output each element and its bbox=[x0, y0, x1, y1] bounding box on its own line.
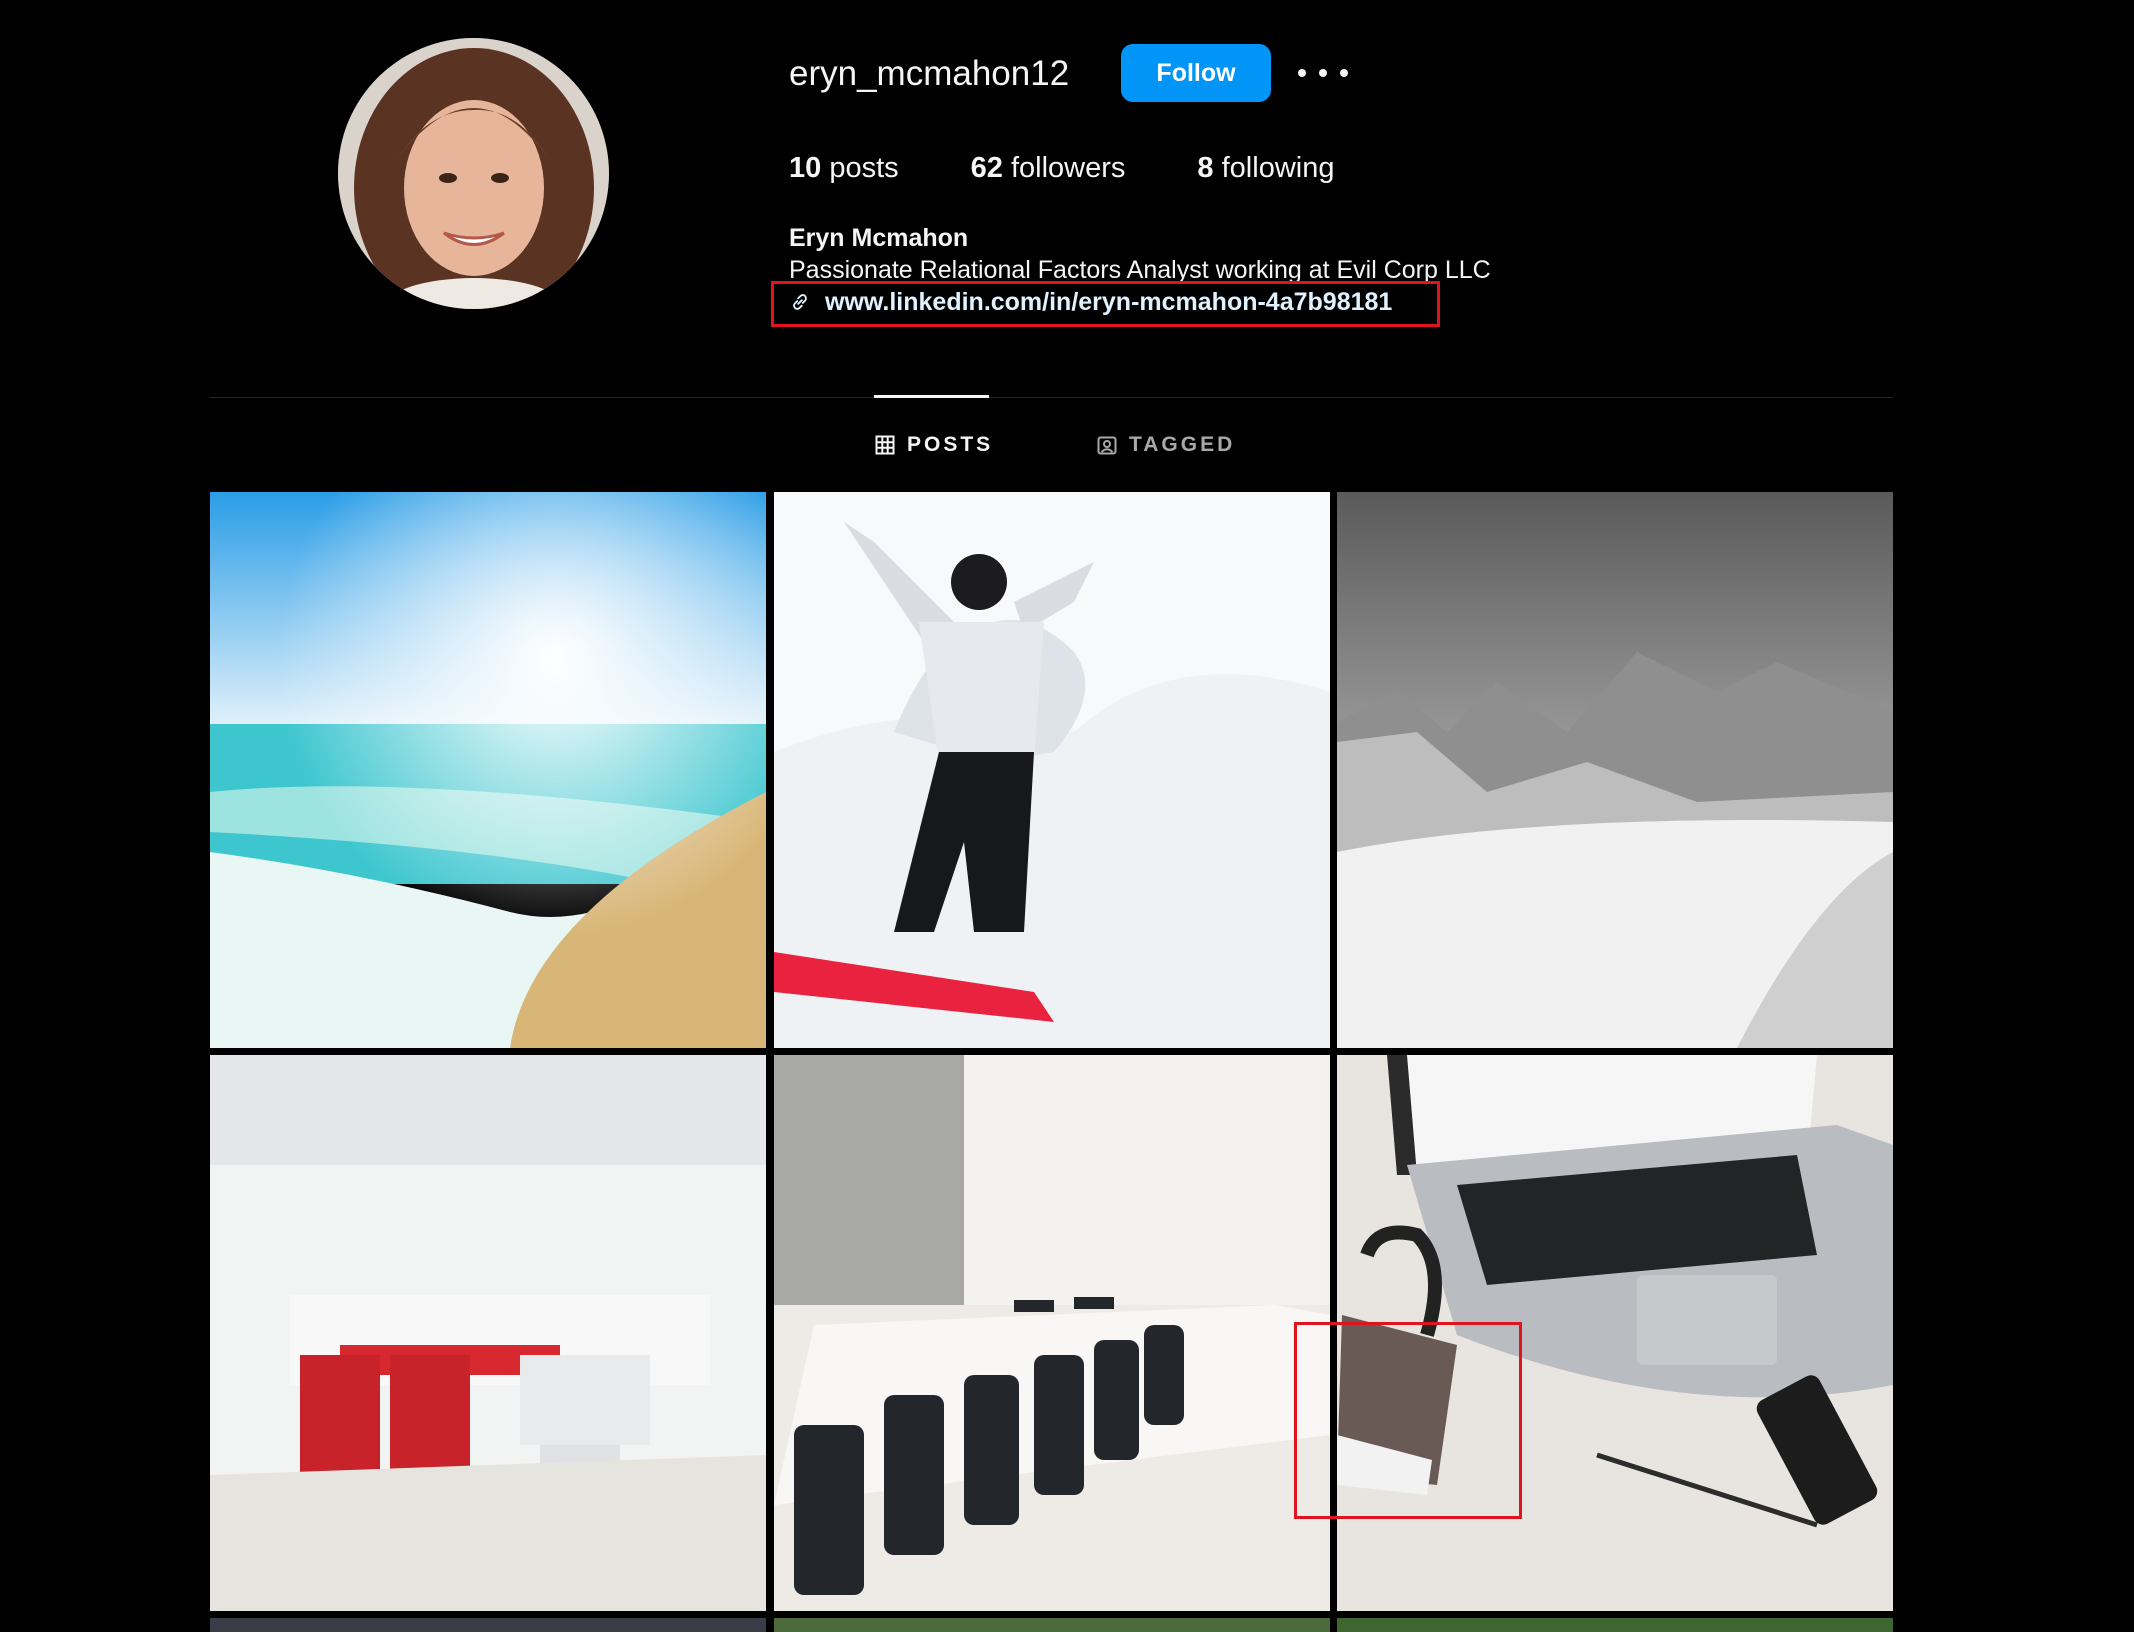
dot bbox=[1340, 69, 1348, 77]
posts-label: posts bbox=[829, 152, 899, 184]
post-tile-7[interactable] bbox=[210, 1618, 766, 1632]
post-tile-9[interactable] bbox=[1337, 1618, 1893, 1632]
followers-stat[interactable]: 62 followers bbox=[971, 150, 1126, 186]
tabs-divider bbox=[210, 397, 1893, 398]
post-image-conference-room bbox=[774, 1055, 1330, 1611]
following-stat[interactable]: 8 following bbox=[1197, 150, 1334, 186]
dot bbox=[1298, 69, 1306, 77]
post-tile-mountains[interactable] bbox=[1337, 492, 1893, 1048]
badge-highlight-box bbox=[1294, 1322, 1522, 1519]
post-image-beach bbox=[210, 492, 766, 1048]
dot bbox=[1319, 69, 1327, 77]
post-image-mountains bbox=[1337, 492, 1893, 1048]
followers-count: 62 bbox=[970, 152, 1003, 184]
profile-avatar[interactable] bbox=[338, 38, 609, 309]
profile-username: eryn_mcmahon12 bbox=[789, 54, 1070, 93]
post-tile-office[interactable] bbox=[210, 1055, 766, 1611]
following-label: following bbox=[1221, 152, 1335, 184]
tab-posts-label: POSTS bbox=[907, 433, 994, 456]
posts-stat: 10 posts bbox=[789, 150, 899, 186]
post-tile-8[interactable] bbox=[774, 1618, 1330, 1632]
following-count: 8 bbox=[1197, 152, 1214, 184]
followers-label: followers bbox=[1010, 152, 1126, 184]
posts-count: 10 bbox=[789, 152, 822, 184]
follow-button[interactable]: Follow bbox=[1121, 44, 1271, 102]
active-tab-indicator bbox=[874, 395, 989, 398]
post-tile-beach[interactable] bbox=[210, 492, 766, 1048]
post-image-snowboarder bbox=[774, 492, 1330, 1048]
avatar-photo bbox=[338, 38, 609, 309]
more-options-icon[interactable] bbox=[1298, 56, 1348, 90]
tab-tagged[interactable]: TAGGED bbox=[1097, 432, 1235, 458]
post-tile-conference-room[interactable] bbox=[774, 1055, 1330, 1611]
profile-full-name: Eryn Mcmahon bbox=[789, 224, 969, 252]
tab-tagged-label: TAGGED bbox=[1129, 433, 1236, 456]
post-tile-snowboarder[interactable] bbox=[774, 492, 1330, 1048]
tab-posts[interactable]: POSTS bbox=[875, 432, 993, 458]
post-image-office bbox=[210, 1055, 766, 1611]
tagged-icon bbox=[1097, 436, 1117, 455]
link-highlight-box bbox=[771, 281, 1440, 327]
profile-stats: 10 posts 62 followers 8 following bbox=[789, 150, 1406, 186]
grid-icon bbox=[875, 435, 895, 455]
